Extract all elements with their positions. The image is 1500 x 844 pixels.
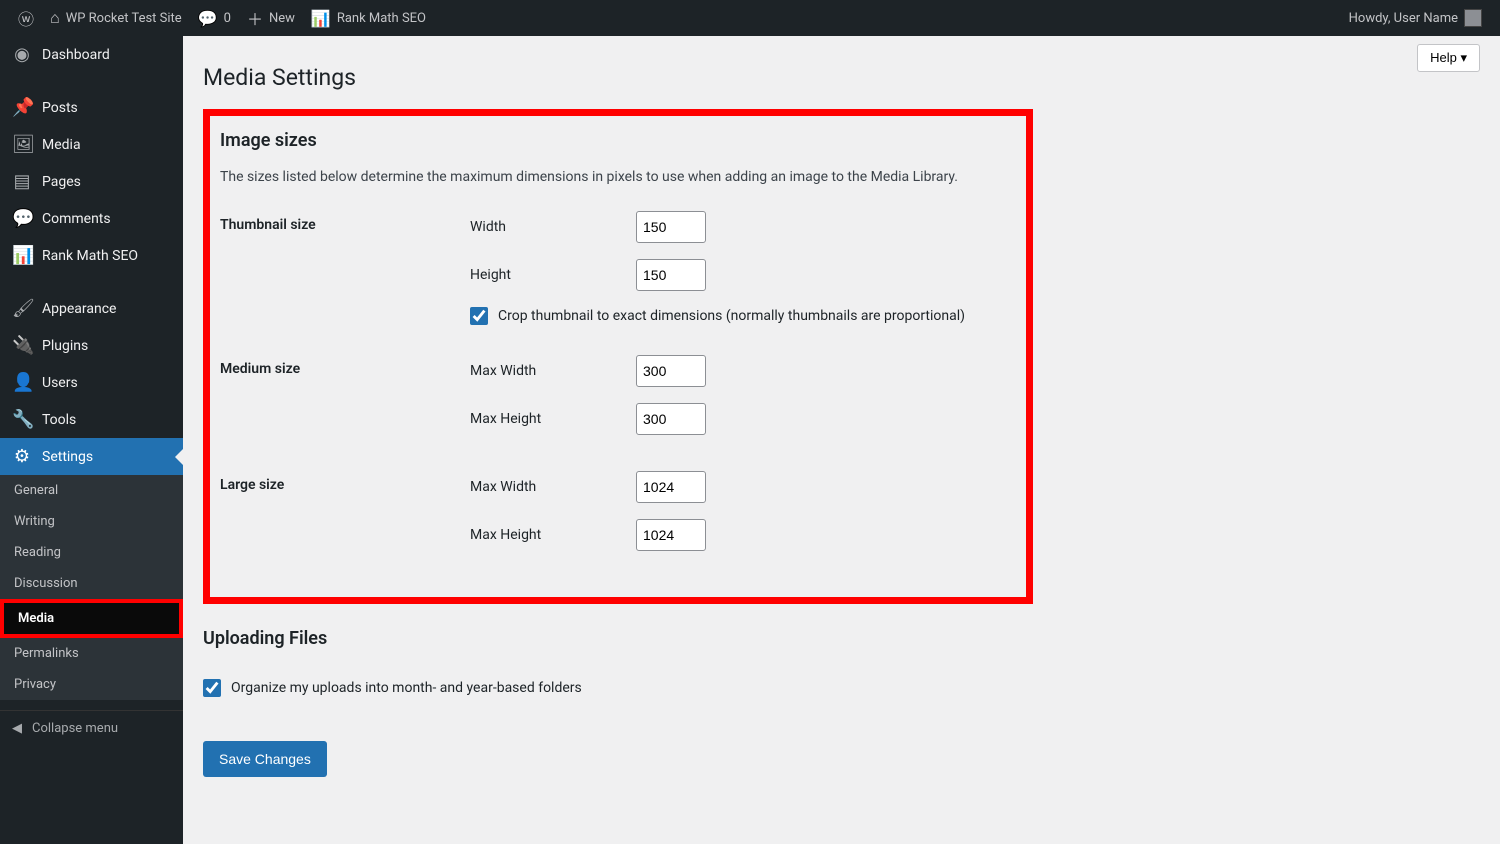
submenu-permalinks[interactable]: Permalinks bbox=[0, 638, 183, 669]
submenu-writing[interactable]: Writing bbox=[0, 506, 183, 537]
collapse-menu[interactable]: ◀Collapse menu bbox=[0, 710, 183, 746]
thumbnail-label: Thumbnail size bbox=[220, 211, 470, 233]
medium-height-input[interactable] bbox=[636, 403, 706, 435]
sidebar-item-users[interactable]: 👤Users bbox=[0, 364, 183, 401]
save-button[interactable]: Save Changes bbox=[203, 741, 327, 777]
submenu-media[interactable]: Media bbox=[4, 603, 179, 634]
avatar bbox=[1464, 9, 1482, 27]
sliders-icon: ⚙ bbox=[12, 446, 32, 467]
submenu-reading[interactable]: Reading bbox=[0, 537, 183, 568]
plug-icon: 🔌 bbox=[12, 335, 32, 356]
main-content: Help ▾ Media Settings Image sizes The si… bbox=[183, 36, 1500, 844]
wrench-icon: 🔧 bbox=[12, 409, 32, 430]
settings-submenu: General Writing Reading Discussion Media… bbox=[0, 475, 183, 700]
sidebar-item-pages[interactable]: ▤Pages bbox=[0, 163, 183, 200]
sidebar-item-plugins[interactable]: 🔌Plugins bbox=[0, 327, 183, 364]
admin-bar: ⓦ ⌂WP Rocket Test Site 💬0 ＋New 📊Rank Mat… bbox=[0, 0, 1500, 36]
comment-icon: 💬 bbox=[198, 9, 218, 28]
site-link[interactable]: ⌂ WP Rocket Test Site bbox=[42, 0, 190, 36]
help-button[interactable]: Help ▾ bbox=[1417, 44, 1480, 72]
page-title: Media Settings bbox=[203, 64, 1480, 91]
brush-icon: 🖌 bbox=[12, 298, 32, 319]
user-menu[interactable]: Howdy, User Name bbox=[1341, 0, 1490, 36]
sidebar-item-comments[interactable]: 💬Comments bbox=[0, 200, 183, 237]
comments-link[interactable]: 💬0 bbox=[190, 0, 239, 36]
page-icon: ▤ bbox=[12, 171, 32, 192]
wordpress-icon: ⓦ bbox=[18, 6, 34, 30]
sidebar-item-dashboard[interactable]: ◉Dashboard bbox=[0, 36, 183, 73]
large-height-input[interactable] bbox=[636, 519, 706, 551]
sidebar-item-media[interactable]: 🖼Media bbox=[0, 126, 183, 163]
new-link[interactable]: ＋ New bbox=[239, 0, 303, 36]
medium-width-input[interactable] bbox=[636, 355, 706, 387]
dashboard-icon: ◉ bbox=[12, 44, 32, 65]
submenu-general[interactable]: General bbox=[0, 475, 183, 506]
rankmath-link[interactable]: 📊 Rank Math SEO bbox=[303, 0, 434, 36]
height-label: Height bbox=[470, 267, 620, 283]
large-max-width-label: Max Width bbox=[470, 479, 620, 495]
uploading-title: Uploading Files bbox=[203, 628, 1480, 649]
site-title: WP Rocket Test Site bbox=[66, 11, 182, 26]
sidebar-item-tools[interactable]: 🔧Tools bbox=[0, 401, 183, 438]
thumbnail-height-input[interactable] bbox=[636, 259, 706, 291]
pin-icon: 📌 bbox=[12, 97, 32, 118]
medium-row: Medium size Max Width Max Height bbox=[220, 355, 1016, 451]
thumbnail-row: Thumbnail size Width Height Crop thumbna… bbox=[220, 211, 1016, 345]
howdy-text: Howdy, User Name bbox=[1349, 11, 1458, 26]
collapse-icon: ◀ bbox=[12, 721, 22, 736]
seo-icon: 📊 bbox=[12, 245, 32, 266]
medium-label: Medium size bbox=[220, 355, 470, 377]
admin-bar-right: Howdy, User Name bbox=[1341, 0, 1490, 36]
admin-bar-left: ⓦ ⌂WP Rocket Test Site 💬0 ＋New 📊Rank Mat… bbox=[10, 0, 434, 36]
sidebar-item-posts[interactable]: 📌Posts bbox=[0, 89, 183, 126]
comment-count: 0 bbox=[224, 11, 231, 26]
crop-label: Crop thumbnail to exact dimensions (norm… bbox=[498, 308, 965, 324]
user-icon: 👤 bbox=[12, 372, 32, 393]
media-icon: 🖼 bbox=[12, 134, 32, 155]
crop-checkbox[interactable] bbox=[470, 307, 488, 325]
chart-icon: 📊 bbox=[311, 9, 331, 28]
rankmath-label: Rank Math SEO bbox=[337, 11, 426, 26]
wp-logo[interactable]: ⓦ bbox=[10, 0, 42, 36]
sidebar-item-settings[interactable]: ⚙Settings bbox=[0, 438, 183, 475]
organize-checkbox[interactable] bbox=[203, 679, 221, 697]
organize-label: Organize my uploads into month- and year… bbox=[231, 680, 582, 696]
image-sizes-section: Image sizes The sizes listed below deter… bbox=[203, 109, 1033, 604]
sidebar-item-rankmath[interactable]: 📊Rank Math SEO bbox=[0, 237, 183, 274]
admin-sidebar: ◉Dashboard 📌Posts 🖼Media ▤Pages 💬Comment… bbox=[0, 36, 183, 844]
max-width-label: Max Width bbox=[470, 363, 620, 379]
max-height-label: Max Height bbox=[470, 411, 620, 427]
new-label: New bbox=[269, 11, 295, 26]
large-width-input[interactable] bbox=[636, 471, 706, 503]
thumbnail-width-input[interactable] bbox=[636, 211, 706, 243]
large-label: Large size bbox=[220, 471, 470, 493]
submenu-discussion[interactable]: Discussion bbox=[0, 568, 183, 599]
image-sizes-desc: The sizes listed below determine the max… bbox=[220, 169, 1016, 185]
comments-icon: 💬 bbox=[12, 208, 32, 229]
plus-icon: ＋ bbox=[247, 6, 263, 30]
submenu-privacy[interactable]: Privacy bbox=[0, 669, 183, 700]
large-max-height-label: Max Height bbox=[470, 527, 620, 543]
home-icon: ⌂ bbox=[50, 8, 60, 28]
large-row: Large size Max Width Max Height bbox=[220, 471, 1016, 567]
image-sizes-title: Image sizes bbox=[220, 130, 1016, 151]
sidebar-item-appearance[interactable]: 🖌Appearance bbox=[0, 290, 183, 327]
width-label: Width bbox=[470, 219, 620, 235]
